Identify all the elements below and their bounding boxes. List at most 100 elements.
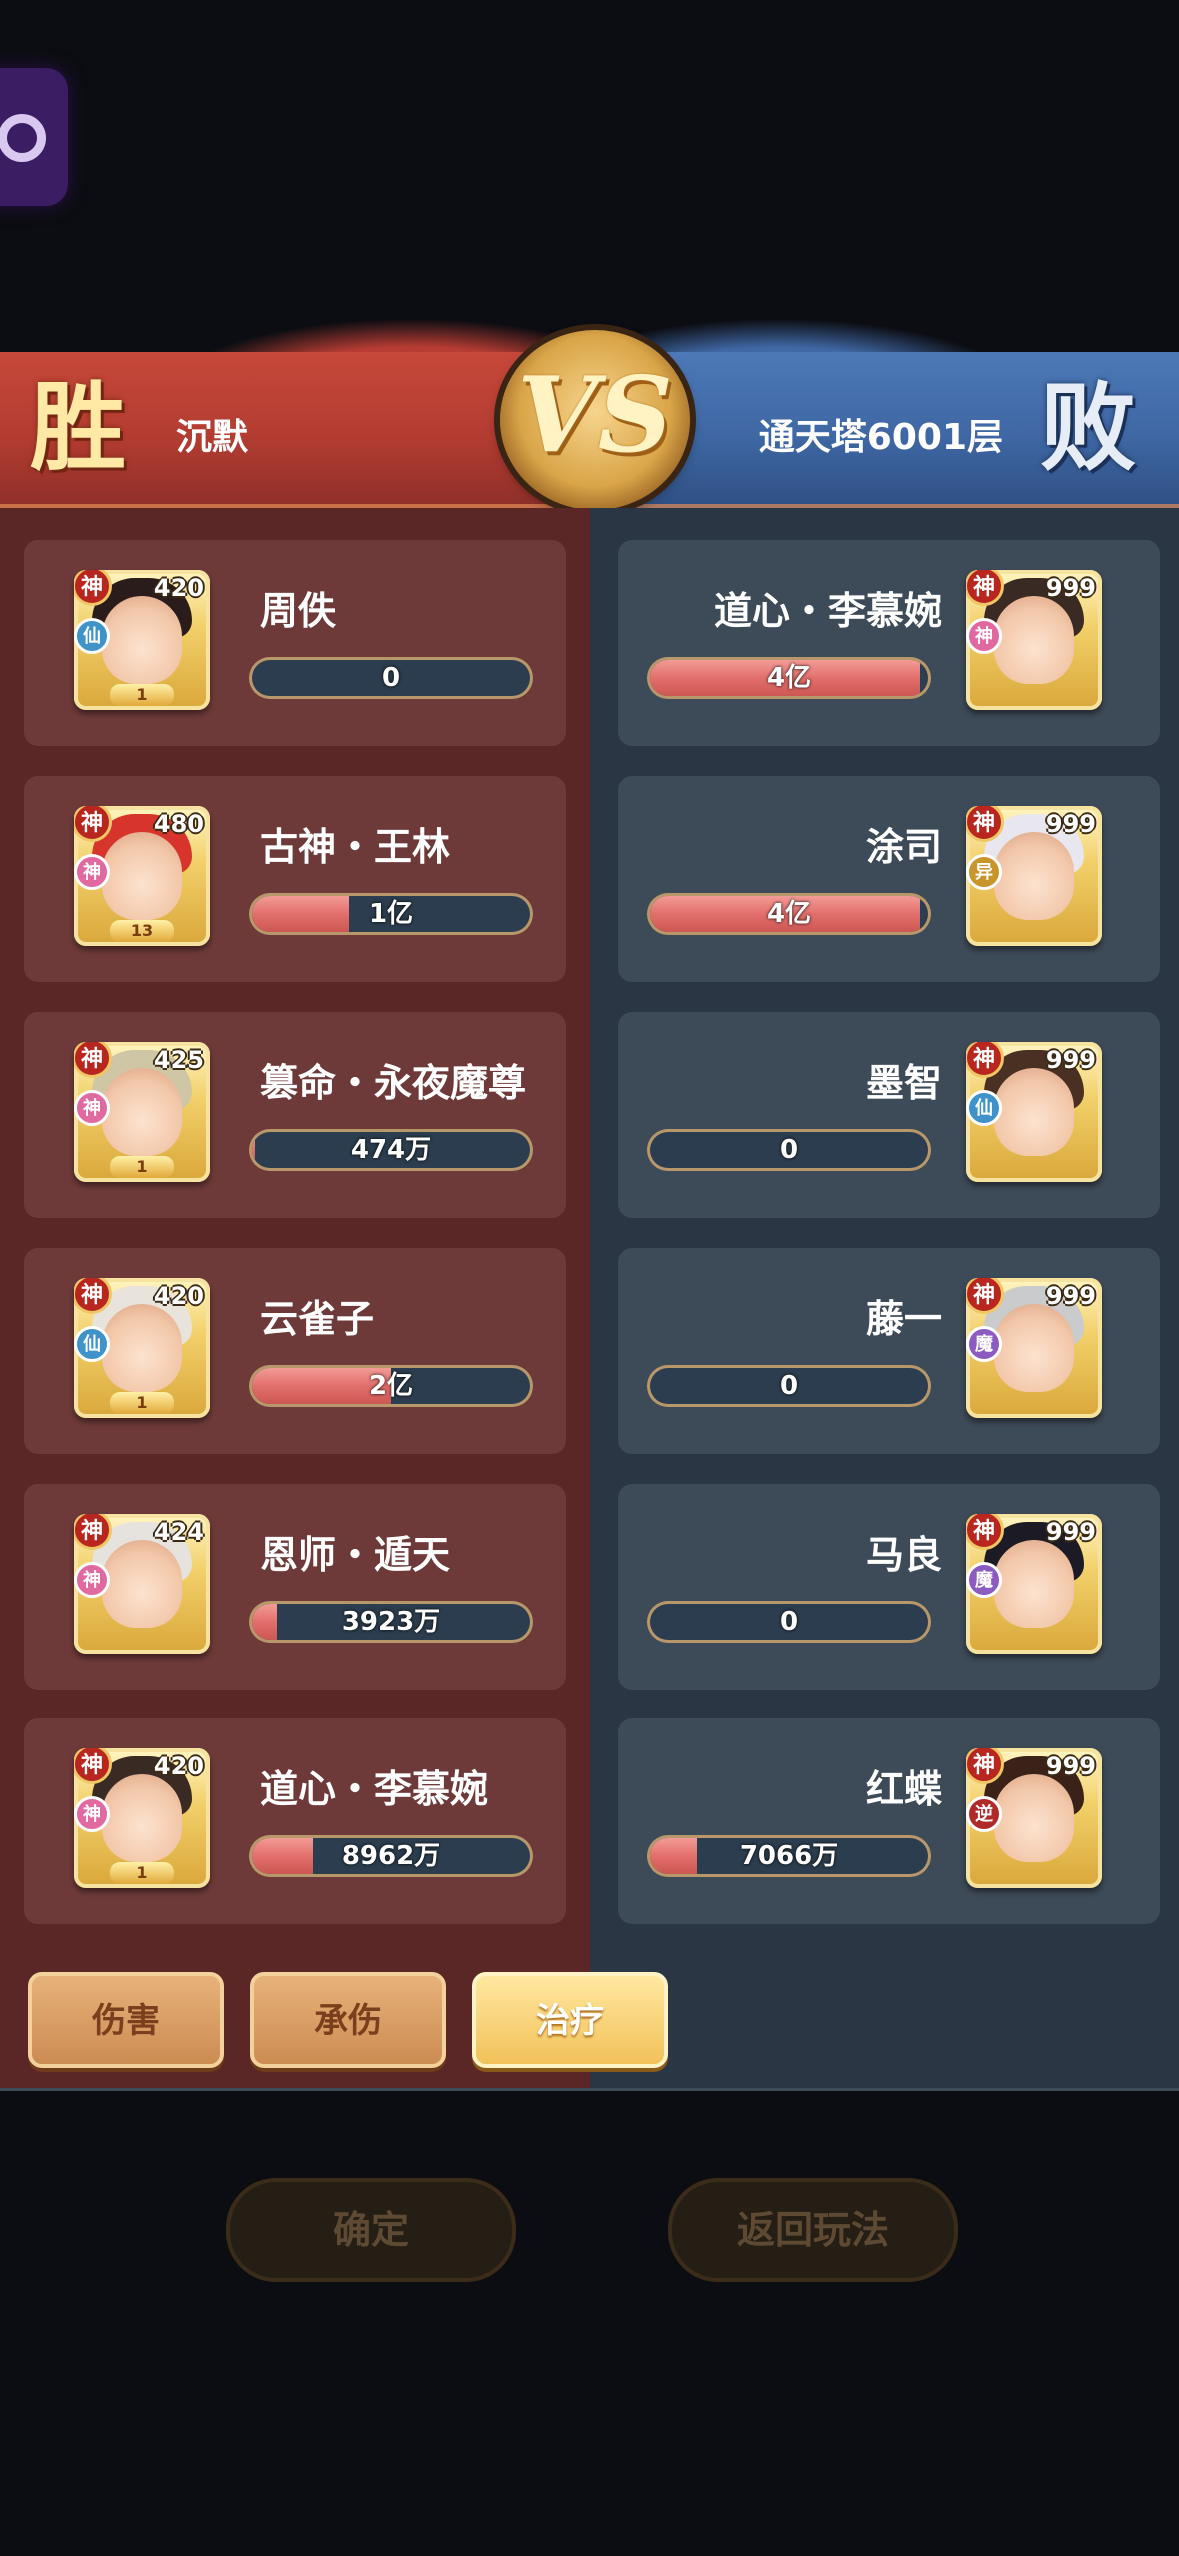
- vs-label: VS: [517, 353, 673, 476]
- stat-bar: 0: [252, 660, 530, 696]
- right-hero-card[interactable]: 999 神逆红蝶 7066万: [618, 1718, 1160, 1924]
- hero-name: 红蝶: [865, 1767, 942, 1811]
- victory-label: 胜: [30, 371, 126, 484]
- hero-level: 480: [153, 810, 204, 838]
- hero-portrait[interactable]: 420 神仙 1: [74, 570, 210, 710]
- back-icon: [0, 114, 46, 162]
- hero-level: 999: [1045, 1752, 1096, 1780]
- race-badge: 神: [74, 1796, 110, 1832]
- hero-face: [102, 1774, 182, 1862]
- race-badge: 神: [74, 1090, 110, 1126]
- stat-bar: 0: [650, 1604, 928, 1640]
- hero-face: [994, 1068, 1074, 1156]
- stat-value: 0: [779, 1135, 799, 1165]
- tab-damage[interactable]: 伤害: [28, 1972, 224, 2068]
- hero-face: [102, 1068, 182, 1156]
- hero-portrait[interactable]: 420 神仙 1: [74, 1278, 210, 1418]
- stat-bar: 1亿: [252, 896, 530, 932]
- hero-name: 古神・王林: [260, 825, 451, 869]
- star-level-badge: 1: [110, 1862, 174, 1884]
- hero-level: 420: [153, 574, 204, 602]
- left-hero-card[interactable]: 480 神神 13 古神・王林 1亿: [24, 776, 566, 982]
- left-hero-card[interactable]: 425 神神 1 篡命・永夜魔尊 474万: [24, 1012, 566, 1218]
- hero-level: 425: [153, 1046, 204, 1074]
- left-hero-card[interactable]: 420 神神 1 道心・李慕婉 8962万: [24, 1718, 566, 1924]
- hero-face: [102, 1304, 182, 1392]
- stat-value: 0: [779, 1371, 799, 1401]
- hero-face: [994, 1540, 1074, 1628]
- hero-level: 999: [1045, 1046, 1096, 1074]
- stat-bar: 4亿: [650, 660, 928, 696]
- right-hero-card[interactable]: 999 神神道心・李慕婉 4亿: [618, 540, 1160, 746]
- hero-portrait[interactable]: 480 神神 13: [74, 806, 210, 946]
- race-badge: 逆: [966, 1796, 1002, 1832]
- hero-name: 涂司: [865, 825, 942, 869]
- stat-value: 2亿: [368, 1371, 414, 1401]
- tab-healing[interactable]: 治疗: [472, 1972, 668, 2068]
- hero-face: [102, 1540, 182, 1628]
- stat-bar: 0: [650, 1132, 928, 1168]
- right-hero-card[interactable]: 999 神魔藤一 0: [618, 1248, 1160, 1454]
- hero-face: [102, 596, 182, 684]
- race-badge: 魔: [966, 1562, 1002, 1598]
- star-level-badge: 1: [110, 1156, 174, 1178]
- hero-portrait[interactable]: 999 神神: [966, 570, 1102, 710]
- race-badge: 仙: [966, 1090, 1002, 1126]
- left-hero-card[interactable]: 424 神神 恩师・遁天 3923万: [24, 1484, 566, 1690]
- race-badge: 仙: [74, 618, 110, 654]
- hero-portrait[interactable]: 420 神神 1: [74, 1748, 210, 1888]
- race-badge: 神: [966, 618, 1002, 654]
- panel-bottom-border: [0, 2088, 1179, 2091]
- hero-portrait[interactable]: 425 神神 1: [74, 1042, 210, 1182]
- hero-face: [994, 1774, 1074, 1862]
- hero-level: 999: [1045, 1518, 1096, 1546]
- right-hero-card[interactable]: 999 神异涂司 4亿: [618, 776, 1160, 982]
- stat-value: 0: [381, 663, 401, 693]
- hero-name: 道心・李慕婉: [713, 589, 942, 633]
- hero-level: 999: [1045, 810, 1096, 838]
- stat-bar: 8962万: [252, 1838, 530, 1874]
- star-level-badge: 1: [110, 1392, 174, 1414]
- hero-portrait[interactable]: 999 神逆: [966, 1748, 1102, 1888]
- player-right-name: 通天塔6001层: [758, 417, 1003, 458]
- hero-face: [102, 832, 182, 920]
- stat-value: 1亿: [368, 899, 414, 929]
- left-hero-card[interactable]: 420 神仙 1 周佚 0: [24, 540, 566, 746]
- stat-bar: 3923万: [252, 1604, 530, 1640]
- return-button[interactable]: 返回玩法: [668, 2178, 958, 2282]
- hero-name: 恩师・遁天: [260, 1533, 451, 1577]
- star-level-badge: 13: [110, 920, 174, 942]
- race-badge: 仙: [74, 1326, 110, 1362]
- hero-level: 420: [153, 1752, 204, 1780]
- stat-value: 0: [779, 1607, 799, 1637]
- hero-face: [994, 1304, 1074, 1392]
- stat-bar: 4亿: [650, 896, 928, 932]
- confirm-button[interactable]: 确定: [226, 2178, 516, 2282]
- hero-name: 篡命・永夜魔尊: [260, 1061, 527, 1105]
- stat-bar: 2亿: [252, 1368, 530, 1404]
- back-button[interactable]: [0, 68, 68, 206]
- race-badge: 魔: [966, 1326, 1002, 1362]
- hero-name: 道心・李慕婉: [260, 1767, 489, 1811]
- left-hero-card[interactable]: 420 神仙 1 云雀子 2亿: [24, 1248, 566, 1454]
- tab-damage-taken[interactable]: 承伤: [250, 1972, 446, 2068]
- stat-value: 474万: [350, 1135, 432, 1165]
- defeat-label: 败: [1040, 371, 1136, 484]
- hero-portrait[interactable]: 999 神魔: [966, 1514, 1102, 1654]
- hero-portrait[interactable]: 424 神神: [74, 1514, 210, 1654]
- right-hero-card[interactable]: 999 神魔马良 0: [618, 1484, 1160, 1690]
- hero-level: 999: [1045, 1282, 1096, 1310]
- hero-portrait[interactable]: 999 神魔: [966, 1278, 1102, 1418]
- hero-level: 424: [153, 1518, 204, 1546]
- race-badge: 异: [966, 854, 1002, 890]
- hero-portrait[interactable]: 999 神异: [966, 806, 1102, 946]
- hero-name: 云雀子: [260, 1297, 375, 1341]
- hero-level: 420: [153, 1282, 204, 1310]
- stat-bar: 474万: [252, 1132, 530, 1168]
- stat-value: 3923万: [341, 1607, 441, 1637]
- hero-portrait[interactable]: 999 神仙: [966, 1042, 1102, 1182]
- hero-name: 墨智: [865, 1061, 942, 1105]
- right-hero-card[interactable]: 999 神仙墨智 0: [618, 1012, 1160, 1218]
- hero-face: [994, 596, 1074, 684]
- player-left-name: 沉默: [176, 417, 249, 458]
